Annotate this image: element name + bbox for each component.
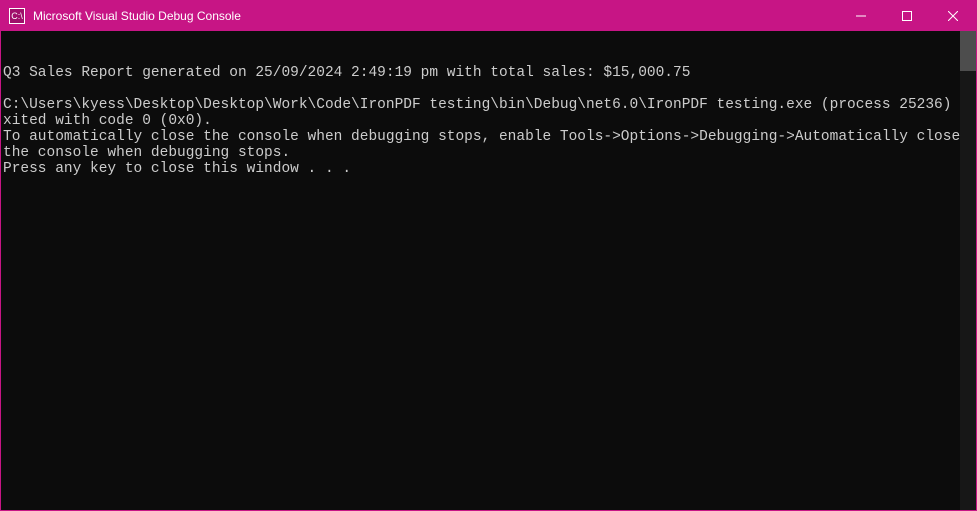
minimize-button[interactable] <box>838 1 884 31</box>
maximize-icon <box>902 11 912 21</box>
console-line: To automatically close the console when … <box>3 129 976 161</box>
close-icon <box>948 11 958 21</box>
close-button[interactable] <box>930 1 976 31</box>
console-line: C:\Users\kyess\Desktop\Desktop\Work\Code… <box>3 97 976 129</box>
app-icon: C:\ <box>9 8 25 24</box>
titlebar[interactable]: C:\ Microsoft Visual Studio Debug Consol… <box>1 1 976 31</box>
maximize-button[interactable] <box>884 1 930 31</box>
app-icon-label: C:\ <box>11 11 23 21</box>
window-controls <box>838 1 976 31</box>
window-title: Microsoft Visual Studio Debug Console <box>33 9 838 23</box>
console-window: C:\ Microsoft Visual Studio Debug Consol… <box>0 0 977 511</box>
console-output[interactable]: Q3 Sales Report generated on 25/09/2024 … <box>1 31 976 510</box>
console-line: Q3 Sales Report generated on 25/09/2024 … <box>3 65 976 81</box>
scrollbar-thumb[interactable] <box>960 31 976 71</box>
console-line <box>3 81 976 97</box>
console-line: Press any key to close this window . . . <box>3 161 976 177</box>
minimize-icon <box>856 11 866 21</box>
vertical-scrollbar[interactable] <box>960 31 976 510</box>
